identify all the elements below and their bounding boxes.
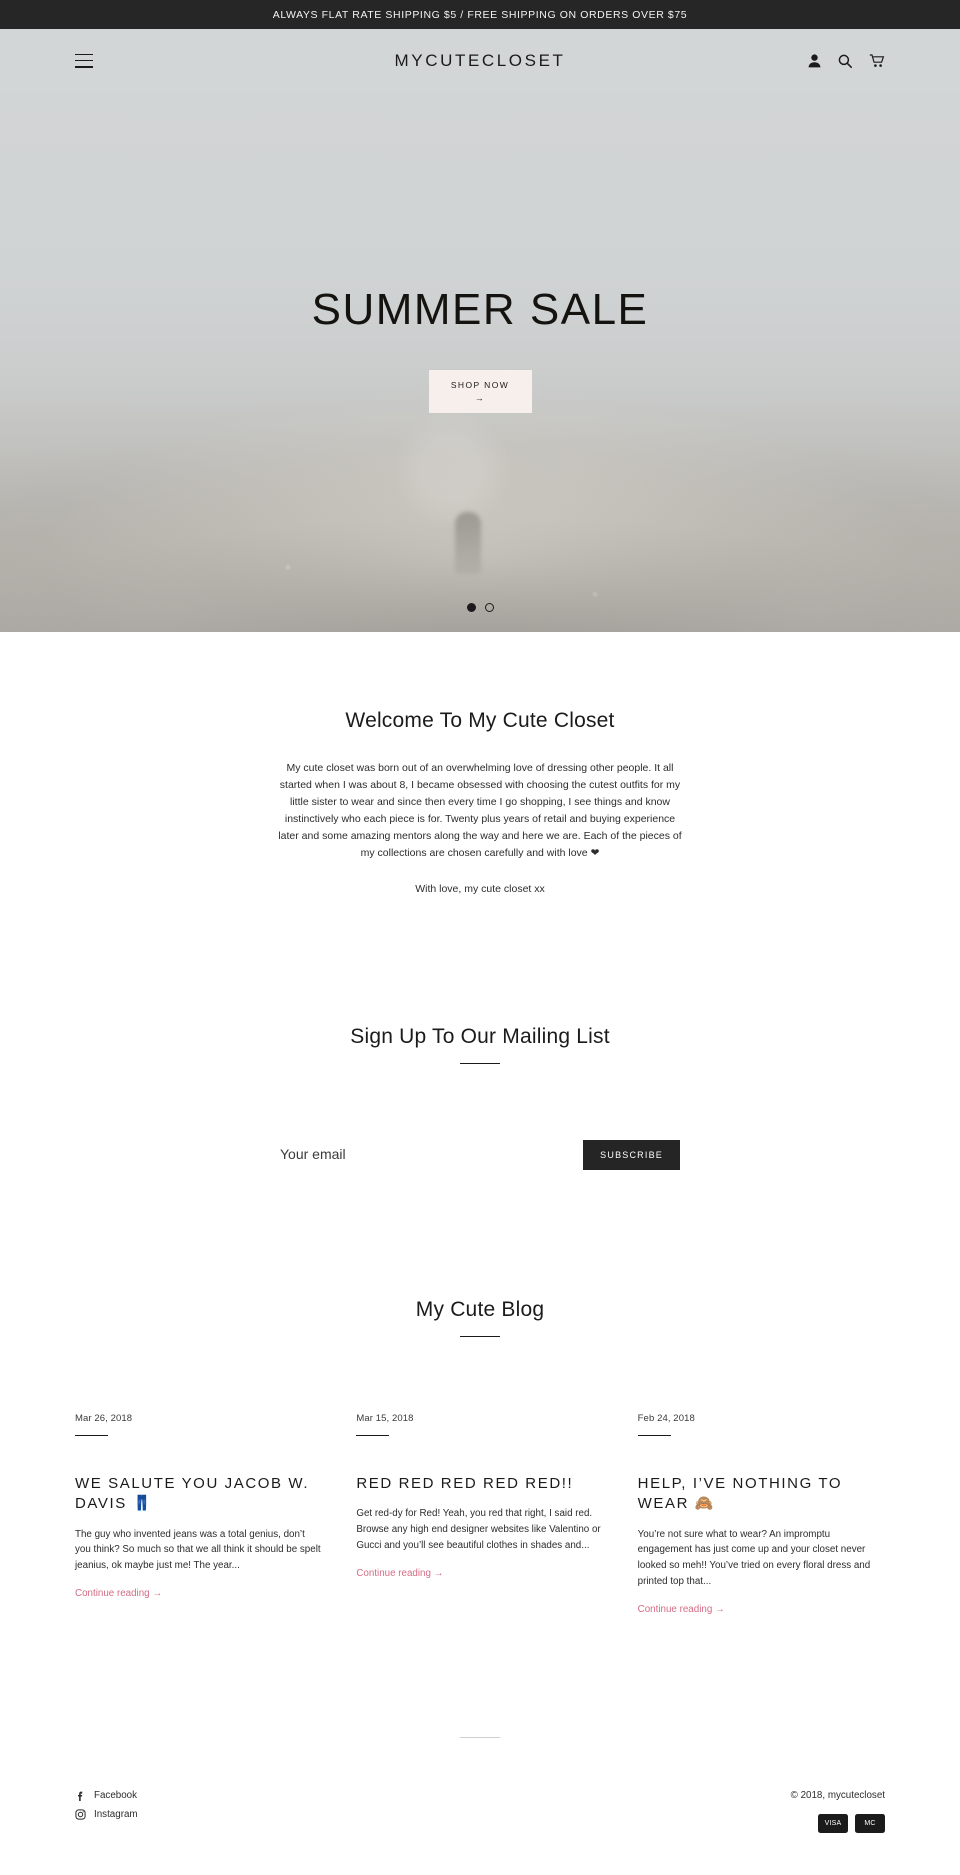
announcement-text: ALWAYS FLAT RATE SHIPPING $5 / FREE SHIP… bbox=[272, 8, 688, 21]
blog-title: My Cute Blog bbox=[415, 1298, 545, 1321]
hamburger-bar bbox=[75, 59, 93, 62]
newsletter-section: Sign Up To Our Mailing List SUBSCRIBE bbox=[0, 898, 960, 1170]
hero-title: SUMMER SALE bbox=[311, 285, 649, 334]
post-divider bbox=[356, 1435, 390, 1436]
blog-post-grid: Mar 26, 2018 WE SALUTE YOU JACOB W. DAVI… bbox=[75, 1413, 885, 1617]
welcome-section: Welcome To My Cute Closet My cute closet… bbox=[0, 632, 960, 898]
social-links: Facebook Instagram bbox=[75, 1790, 138, 1820]
post-title[interactable]: RED RED RED RED RED!! bbox=[356, 1474, 603, 1494]
site-header: MYCUTECLOSET bbox=[0, 29, 960, 92]
post-title[interactable]: HELP, I’VE NOTHING TO WEAR 🙈 bbox=[638, 1474, 885, 1515]
welcome-body: My cute closet was born out of an overwh… bbox=[278, 762, 682, 859]
blog-section: My Cute Blog Mar 26, 2018 WE SALUTE YOU … bbox=[0, 1170, 960, 1617]
blog-post: Mar 15, 2018 RED RED RED RED RED!! Get r… bbox=[356, 1413, 603, 1617]
post-title[interactable]: WE SALUTE YOU JACOB W. DAVIS 👖 bbox=[75, 1474, 322, 1515]
copyright-text: © 2018, mycutecloset bbox=[790, 1789, 885, 1801]
shop-now-label: SHOP NOW bbox=[450, 380, 510, 390]
hamburger-icon[interactable] bbox=[75, 53, 93, 68]
visa-icon: VISA bbox=[818, 1813, 848, 1833]
header-icon-group bbox=[808, 53, 885, 68]
instagram-icon bbox=[75, 1809, 86, 1820]
announcement-bar: ALWAYS FLAT RATE SHIPPING $5 / FREE SHIP… bbox=[0, 0, 960, 29]
facebook-link[interactable]: Facebook bbox=[75, 1790, 138, 1801]
welcome-signature: With love, my cute closet xx bbox=[415, 883, 545, 895]
continue-reading-link[interactable]: Continue reading → bbox=[638, 1604, 725, 1615]
facebook-label: Facebook bbox=[94, 1789, 138, 1801]
post-date: Feb 24, 2018 bbox=[637, 1413, 695, 1424]
post-divider bbox=[637, 1435, 671, 1436]
footer-right-column: © 2018, mycutecloset VISA MC bbox=[791, 1790, 885, 1833]
newsletter-title: Sign Up To Our Mailing List bbox=[350, 1025, 610, 1048]
post-excerpt: The guy who invented jeans was a total g… bbox=[75, 1528, 321, 1572]
hero-content: SUMMER SALE SHOP NOW → bbox=[0, 92, 960, 632]
arrow-right-icon: → bbox=[474, 392, 486, 403]
payment-icons: VISA MC bbox=[791, 1813, 885, 1833]
post-divider bbox=[75, 1435, 108, 1436]
blog-post: Feb 24, 2018 HELP, I’VE NOTHING TO WEAR … bbox=[637, 1413, 885, 1617]
search-icon[interactable] bbox=[838, 54, 852, 68]
blog-post: Mar 26, 2018 WE SALUTE YOU JACOB W. DAVI… bbox=[75, 1413, 322, 1617]
instagram-label: Instagram bbox=[94, 1808, 138, 1820]
mastercard-icon: MC bbox=[855, 1813, 885, 1833]
newsletter-form: SUBSCRIBE bbox=[280, 1140, 680, 1170]
continue-reading-link[interactable]: Continue reading → bbox=[75, 1588, 162, 1599]
hamburger-bar bbox=[75, 65, 93, 68]
hamburger-bar bbox=[75, 53, 93, 56]
hero-slideshow: SUMMER SALE SHOP NOW → bbox=[0, 92, 960, 632]
post-date: Mar 26, 2018 bbox=[75, 1413, 133, 1424]
account-icon[interactable] bbox=[808, 53, 821, 68]
continue-reading-link[interactable]: Continue reading → bbox=[356, 1568, 443, 1579]
post-excerpt: You’re not sure what to wear? An impromp… bbox=[637, 1528, 871, 1588]
cart-icon[interactable] bbox=[869, 53, 885, 68]
welcome-title: Welcome To My Cute Closet bbox=[345, 709, 615, 732]
shop-now-button[interactable]: SHOP NOW → bbox=[428, 370, 532, 414]
slideshow-dot-1[interactable] bbox=[466, 603, 476, 612]
instagram-link[interactable]: Instagram bbox=[75, 1809, 138, 1820]
slideshow-dot-2[interactable] bbox=[484, 603, 494, 612]
post-date: Mar 15, 2018 bbox=[356, 1413, 414, 1424]
post-excerpt: Get red-dy for Red! Yeah, you red that r… bbox=[356, 1508, 601, 1551]
slideshow-dots bbox=[0, 603, 960, 612]
subscribe-button[interactable]: SUBSCRIBE bbox=[583, 1140, 680, 1170]
facebook-icon bbox=[75, 1790, 86, 1801]
email-input[interactable] bbox=[280, 1140, 584, 1168]
newsletter-divider bbox=[460, 1063, 500, 1064]
blog-divider bbox=[460, 1336, 500, 1337]
site-footer: Facebook Instagram © 2018, mycutecloset … bbox=[0, 1738, 960, 1833]
